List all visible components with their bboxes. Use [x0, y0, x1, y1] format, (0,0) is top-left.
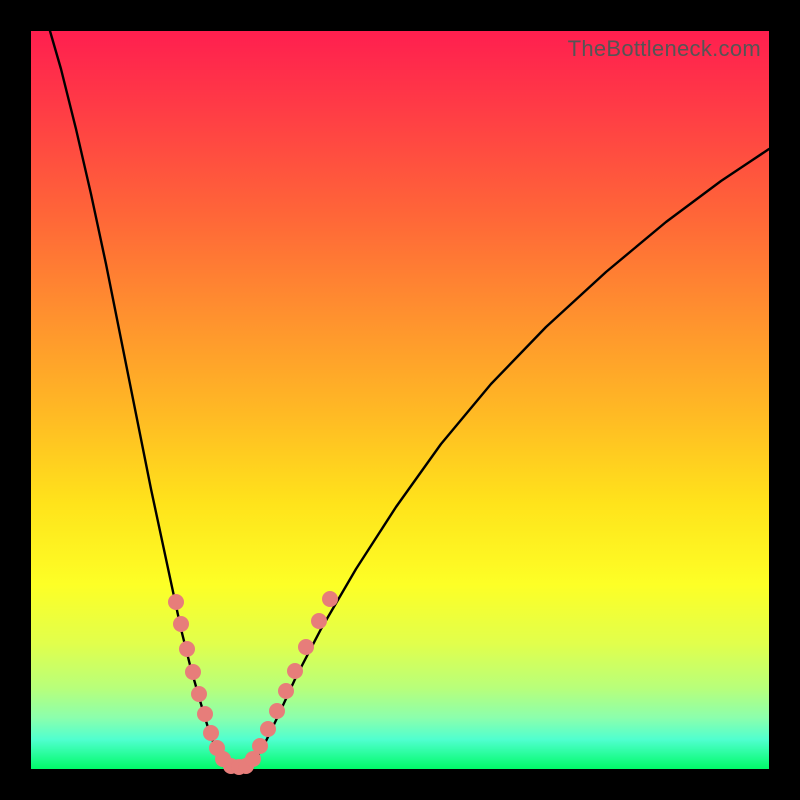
- plot-area: TheBottleneck.com: [31, 31, 769, 769]
- data-point: [185, 664, 201, 680]
- data-point: [260, 721, 276, 737]
- data-point: [203, 725, 219, 741]
- data-point: [322, 591, 338, 607]
- series-left-curve: [50, 31, 231, 769]
- data-point: [269, 703, 285, 719]
- data-point: [191, 686, 207, 702]
- data-point: [298, 639, 314, 655]
- data-point: [179, 641, 195, 657]
- data-point: [311, 613, 327, 629]
- series-right-curve: [246, 149, 769, 769]
- curve-lines: [50, 31, 769, 769]
- data-point: [168, 594, 184, 610]
- chart-svg: [31, 31, 769, 769]
- chart-frame: TheBottleneck.com: [0, 0, 800, 800]
- data-point: [287, 663, 303, 679]
- data-point: [278, 683, 294, 699]
- curve-markers: [168, 591, 338, 775]
- data-point: [252, 738, 268, 754]
- data-point: [173, 616, 189, 632]
- data-point: [197, 706, 213, 722]
